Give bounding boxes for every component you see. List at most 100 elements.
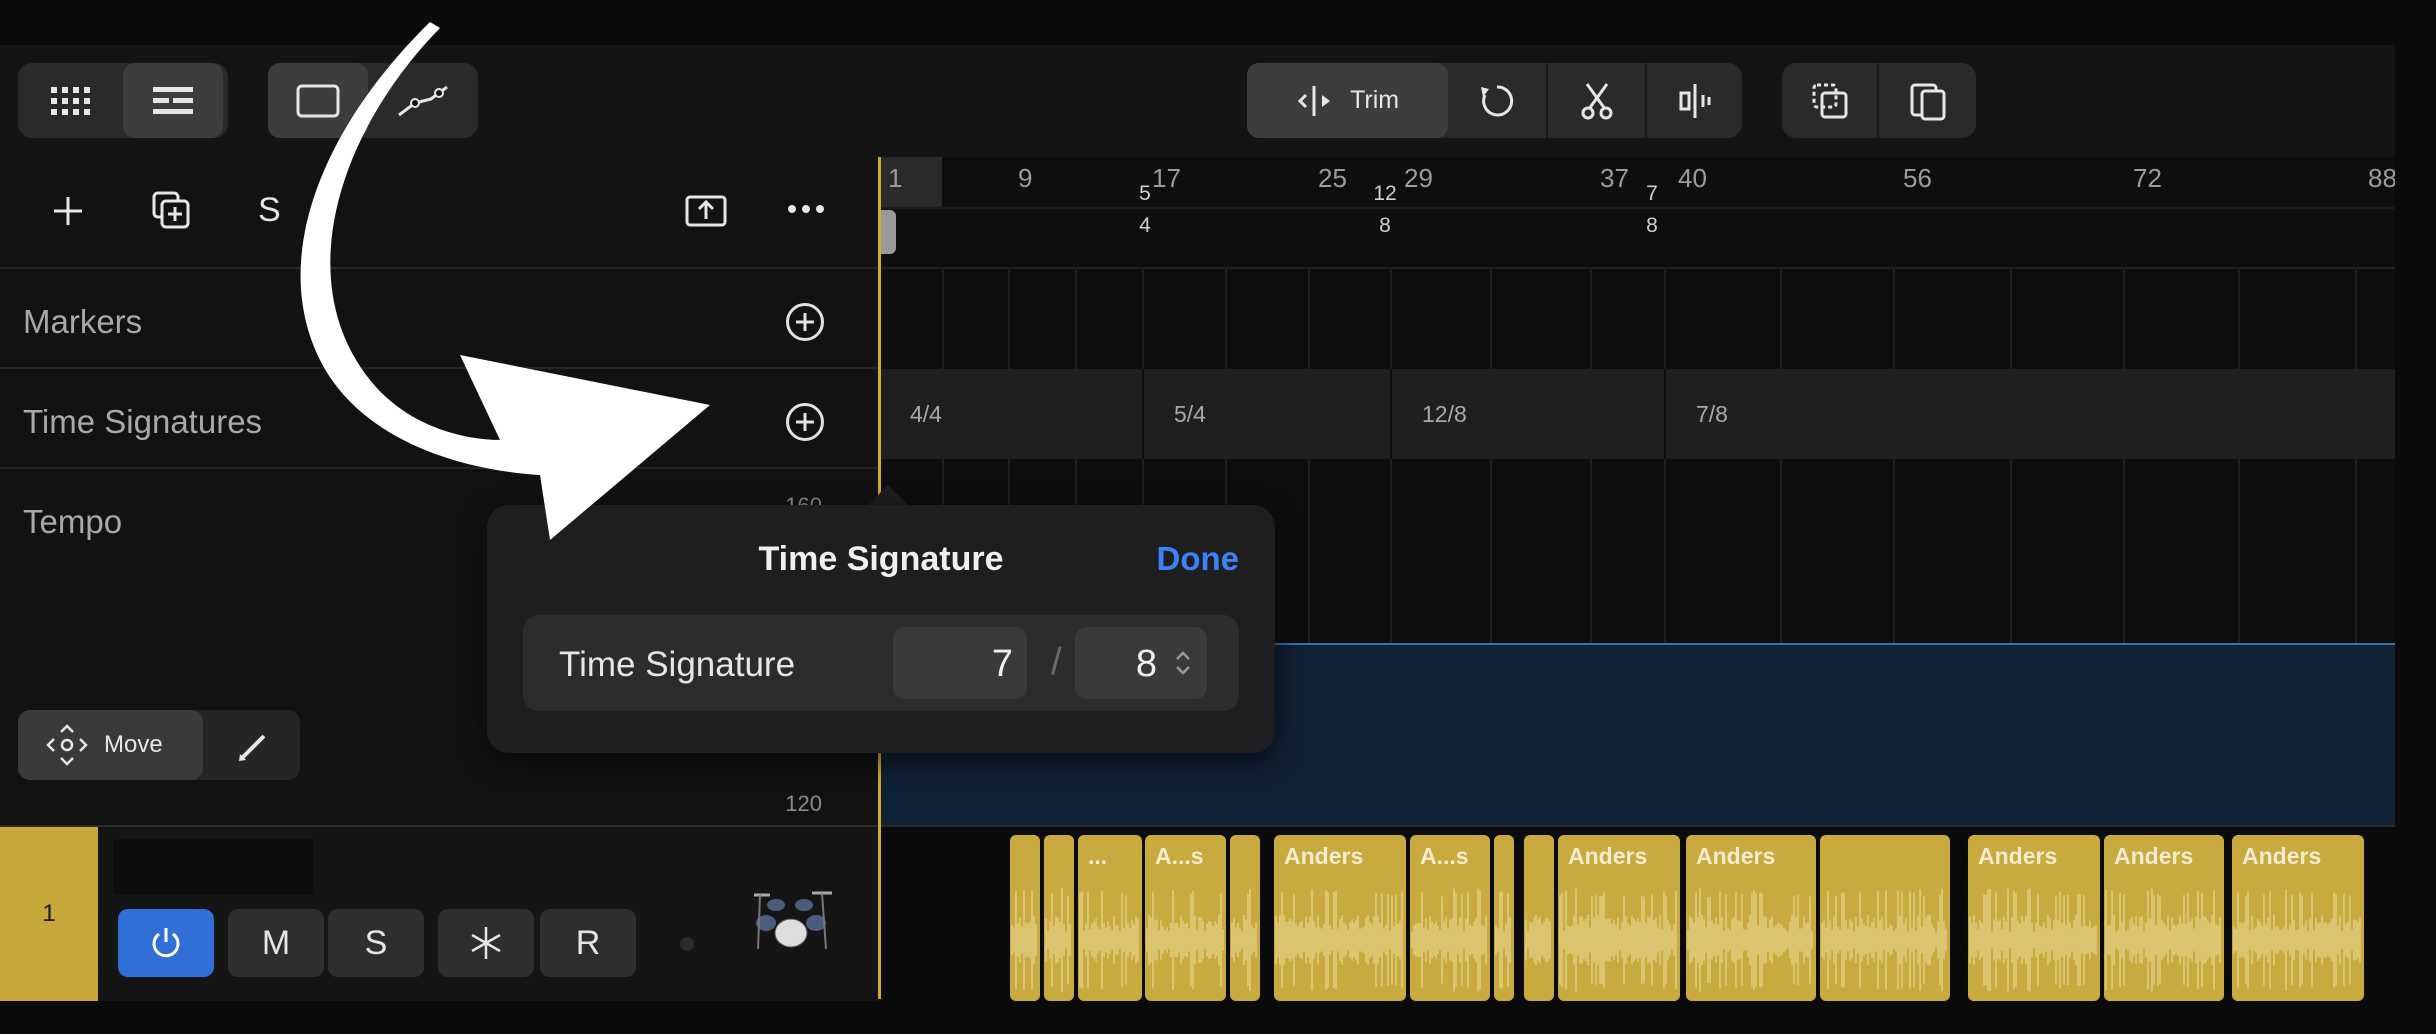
bar-number: 9 — [1018, 163, 1033, 193]
copy-icon — [1812, 83, 1847, 118]
split-icon — [1679, 83, 1711, 118]
audio-region[interactable]: Anders — [1558, 835, 1680, 1001]
duplicate-track-icon[interactable] — [150, 189, 192, 231]
edit-tools-group: Trim — [1247, 63, 1742, 138]
bar-number: 88 — [2368, 163, 2397, 193]
numerator-picker[interactable]: 7 — [893, 627, 1027, 699]
ruler-sig-numerator: 12 — [1373, 182, 1397, 205]
audio-region[interactable] — [1820, 835, 1950, 1001]
audio-region[interactable]: ... — [1078, 835, 1142, 1001]
track-lane: ... A...s Anders A...s Anders Anders And… — [880, 827, 2395, 1001]
time-signature-field-label: Time Signature — [559, 645, 796, 684]
move-tool-button[interactable]: Move — [18, 710, 203, 780]
audio-region[interactable]: Anders — [1968, 835, 2100, 1001]
chevron-updown-icon — [1176, 651, 1190, 675]
ruler-sig-denominator: 8 — [1646, 214, 1658, 237]
tempo-tool-toggle: Move — [18, 710, 300, 780]
drum-kit-icon — [754, 891, 832, 950]
audio-region[interactable]: Anders — [1274, 835, 1406, 1001]
ruler-sig-denominator: 8 — [1379, 214, 1391, 237]
track-header: M S R — [98, 827, 878, 1001]
time-signature-segment[interactable]: 5/4 — [1142, 369, 1392, 459]
pencil-icon[interactable] — [236, 728, 272, 764]
add-icon[interactable] — [50, 193, 86, 229]
cycle-start-handle[interactable] — [880, 210, 898, 258]
more-options-icon[interactable] — [786, 203, 826, 215]
denominator-picker[interactable]: 8 — [1075, 627, 1207, 699]
bar-number: 29 — [1404, 163, 1433, 193]
track-on-button[interactable] — [118, 909, 214, 977]
split-tool-button[interactable] — [1647, 63, 1742, 138]
audio-region[interactable] — [1010, 835, 1040, 1001]
record-enable-button[interactable]: R — [540, 909, 636, 977]
time-signature-value: 4/4 — [910, 401, 942, 427]
scissors-icon — [1581, 82, 1613, 119]
ruler-sig-numerator: 5 — [1139, 182, 1151, 205]
time-signature-value: 5/4 — [1174, 401, 1206, 427]
scissors-tool-button[interactable] — [1548, 63, 1646, 138]
copy-button[interactable] — [1782, 63, 1877, 138]
snowflake-icon — [471, 927, 501, 959]
view-toggle-group — [18, 63, 228, 138]
tracks-view-button[interactable] — [123, 63, 223, 138]
bar-number: 72 — [2133, 163, 2162, 193]
solo-header-button[interactable]: S — [258, 191, 281, 230]
popover-arrow — [866, 485, 910, 507]
bar-number: 25 — [1318, 163, 1347, 193]
paste-button[interactable] — [1879, 63, 1976, 138]
time-signature-value: 7/8 — [1696, 401, 1728, 427]
audio-region[interactable]: A...s — [1410, 835, 1490, 1001]
done-button[interactable]: Done — [1157, 540, 1240, 578]
add-marker-icon[interactable] — [786, 303, 824, 341]
trim-label: Trim — [1350, 86, 1400, 114]
freeze-button[interactable] — [438, 909, 534, 977]
numerator-value: 7 — [991, 643, 1013, 685]
track-number[interactable]: 1 — [0, 827, 98, 1001]
track-name-field[interactable] — [113, 839, 313, 895]
move-label: Move — [104, 731, 163, 758]
time-signature-value: 12/8 — [1422, 401, 1467, 427]
input-monitor-dot — [680, 937, 694, 951]
solo-button[interactable]: S — [328, 909, 424, 977]
time-signatures-label: Time Signatures — [23, 403, 263, 440]
ruler-sig-denominator: 4 — [1139, 214, 1151, 237]
time-signature-segment[interactable]: 7/8 — [1664, 369, 2397, 459]
bar-number: 1 — [888, 163, 903, 193]
track-row: 1 M S R ... A...s Anders A...s Anders An… — [0, 825, 2395, 1001]
time-signature-field-row: Time Signature 7 / 8 — [523, 615, 1239, 711]
time-signature-segment[interactable]: 4/4 — [880, 369, 1142, 459]
paste-icon — [1910, 83, 1945, 120]
loop-icon — [1480, 84, 1514, 116]
ruler-divider — [880, 207, 2395, 209]
time-signature-lane: 4/4 5/4 12/8 7/8 — [880, 369, 2395, 459]
mute-button[interactable]: M — [228, 909, 324, 977]
power-icon — [152, 928, 180, 958]
grid-view-button[interactable] — [18, 63, 123, 138]
ruler-sig-numerator: 7 — [1646, 182, 1658, 205]
audio-region[interactable]: Anders — [1686, 835, 1816, 1001]
markers-label: Markers — [23, 303, 143, 340]
audio-region[interactable] — [1494, 835, 1514, 1001]
audio-region[interactable] — [1044, 835, 1074, 1001]
clipboard-group — [1782, 63, 1976, 138]
trim-icon — [1297, 85, 1331, 116]
trim-tool-button[interactable]: Trim — [1247, 63, 1449, 138]
add-time-signature-icon[interactable] — [786, 403, 824, 441]
bar-ruler[interactable]: 1 9 17 25 29 37 40 56 72 88 5 4 12 8 7 8 — [880, 157, 2397, 269]
audio-region[interactable]: A...s — [1145, 835, 1226, 1001]
audio-region[interactable] — [1230, 835, 1260, 1001]
tempo-scale-bottom: 120 — [785, 791, 822, 816]
signature-separator: / — [1051, 641, 1062, 683]
bar-number: 40 — [1678, 163, 1707, 193]
loop-tool-button[interactable] — [1448, 63, 1546, 138]
bar-number: 37 — [1600, 163, 1629, 193]
move-arrows-icon — [46, 724, 88, 766]
right-edge-strip — [2395, 0, 2436, 1034]
audio-region[interactable] — [1524, 835, 1554, 1001]
audio-region[interactable]: Anders — [2232, 835, 2364, 1001]
denominator-value: 8 — [1135, 643, 1157, 685]
bar-number: 56 — [1903, 163, 1932, 193]
time-signature-segment[interactable]: 12/8 — [1390, 369, 1666, 459]
tempo-label: Tempo — [23, 503, 123, 540]
audio-region[interactable]: Anders — [2104, 835, 2224, 1001]
